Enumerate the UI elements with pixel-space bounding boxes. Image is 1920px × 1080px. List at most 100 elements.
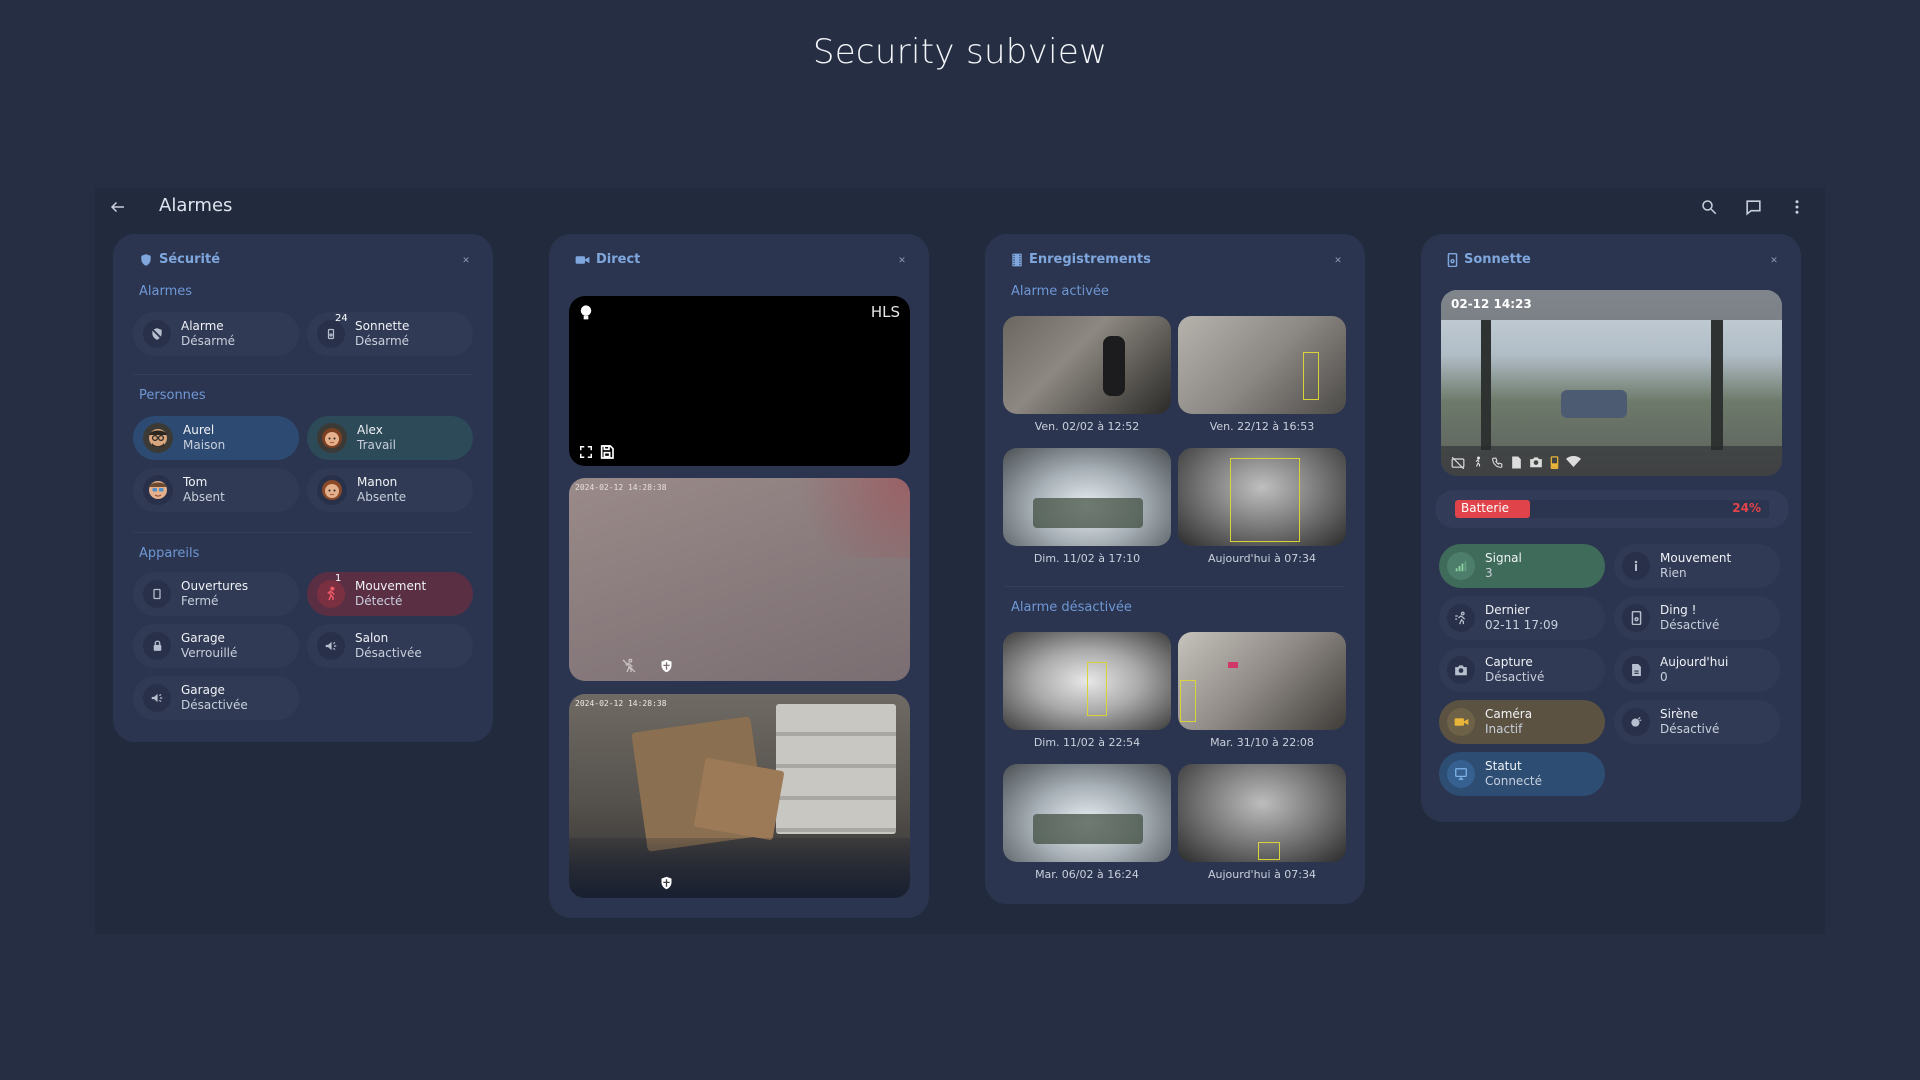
fullscreen-icon[interactable] [579, 445, 593, 459]
person-chip-aurel[interactable]: Aurel Maison [133, 416, 299, 460]
battery-value: 24% [1732, 501, 1761, 515]
people-section-label: Personnes [139, 388, 206, 403]
chip-state: Absent [183, 490, 225, 504]
today-chip[interactable]: Aujourd'hui 0 [1614, 648, 1780, 692]
shield-icon [661, 659, 672, 673]
shield-icon [141, 253, 151, 266]
avatar [143, 423, 173, 453]
shield-icon [661, 876, 672, 890]
chat-button[interactable] [1740, 194, 1766, 220]
chip-state: Détecté [355, 594, 403, 608]
recording-thumb[interactable] [1003, 448, 1171, 546]
doorbell-card-header: Sonnette [1447, 252, 1531, 267]
live-card-header: Direct [575, 252, 640, 267]
cam3-timestamp: 2024-02-12 14:28:38 [575, 699, 667, 708]
lock-icon [143, 632, 171, 660]
chip-name: Garage [181, 683, 225, 697]
back-button[interactable] [105, 194, 131, 220]
status-chip[interactable]: Statut Connecté [1439, 752, 1605, 796]
chip-name: Mouvement [1660, 551, 1732, 565]
recording-thumb[interactable] [1003, 632, 1171, 730]
detection-box [1303, 352, 1319, 400]
motion-icon: 1 [317, 573, 345, 608]
chip-state: Désactivée [355, 646, 422, 660]
detection-box [1230, 458, 1300, 542]
wifi-icon [1566, 456, 1581, 467]
person-chip-manon[interactable]: Manon Absente [307, 468, 473, 512]
garage-door [776, 704, 896, 834]
recording-date: Ven. 22/12 à 16:53 [1209, 420, 1315, 433]
more-button[interactable] [1784, 194, 1810, 220]
chip-name: Caméra [1485, 707, 1533, 721]
door-icon [143, 580, 171, 608]
chip-state: Désactivé [1660, 722, 1720, 736]
save-icon[interactable] [599, 444, 615, 460]
recording-thumb[interactable] [1178, 448, 1346, 546]
recordings-card-header: Enregistrements [1011, 252, 1151, 267]
chip-state: Désactivé [1485, 670, 1545, 684]
device-chip-salon[interactable]: Salon Désactivée [307, 624, 473, 668]
alarm-chip[interactable]: Alarme Désarmé [133, 312, 299, 356]
recordings-close-button[interactable]: ✕ [1331, 254, 1345, 268]
capture-chip[interactable]: Capture Désactivé [1439, 648, 1605, 692]
cam2-timestamp: 2024-02-12 14:28:38 [575, 483, 667, 492]
live-close-button[interactable]: ✕ [895, 254, 909, 268]
security-close-button[interactable]: ✕ [459, 254, 473, 268]
device-chip-mouvement[interactable]: 1 Mouvement Détecté [307, 572, 473, 616]
monitor-icon [1447, 760, 1475, 788]
motion-status-chip[interactable]: Mouvement Rien [1614, 544, 1780, 588]
device-chip-garage-lock[interactable]: Garage Verrouillé [133, 624, 299, 668]
chip-state: Connecté [1485, 774, 1542, 788]
detection-box [1180, 680, 1196, 722]
recording-date: Aujourd'hui à 07:34 [1207, 868, 1317, 881]
chip-state: Travail [357, 438, 396, 452]
search-button[interactable] [1696, 194, 1722, 220]
arrow-left-icon [110, 201, 124, 213]
bikes-area [569, 838, 910, 898]
chip-name: Capture [1485, 655, 1533, 669]
signal-chip[interactable]: Signal 3 [1439, 544, 1605, 588]
chip-name: Dernier [1485, 603, 1530, 617]
pillar [1711, 320, 1723, 450]
recording-thumb[interactable] [1178, 632, 1346, 730]
camera-icon [1530, 457, 1542, 468]
device-chip-garage-siren[interactable]: Garage Désactivée [133, 676, 299, 720]
pillar [1481, 320, 1491, 450]
device-chip-ouvertures[interactable]: Ouvertures Fermé [133, 572, 299, 616]
camera-off-icon [1451, 456, 1465, 469]
live-card-title: Direct [596, 252, 641, 267]
live-video-cam3[interactable]: 2024-02-12 14:28:38 [569, 694, 910, 898]
doorbell-close-button[interactable]: ✕ [1767, 254, 1781, 268]
doorbell-snapshot[interactable]: 02-12 14:23 [1441, 290, 1782, 476]
chip-name: Signal [1485, 551, 1522, 565]
chip-name: Aurel [183, 423, 215, 437]
chip-state: Rien [1660, 566, 1687, 580]
devices-section-label: Appareils [139, 546, 200, 561]
recording-thumb[interactable] [1003, 764, 1171, 862]
siren-chip[interactable]: Sirène Désactivé [1614, 700, 1780, 744]
ding-chip[interactable]: Ding ! Désactivé [1614, 596, 1780, 640]
chip-name: Sonnette [355, 319, 410, 333]
doorbell-icon [1622, 604, 1650, 632]
camera-chip[interactable]: Caméra Inactif [1439, 700, 1605, 744]
live-video-cam2[interactable]: 2024-02-12 14:28:38 [569, 478, 910, 681]
person-chip-tom[interactable]: Tom Absent [133, 468, 299, 512]
live-video-hls[interactable]: HLS [569, 296, 910, 466]
chip-name: Manon [357, 475, 398, 489]
doorbell-chip[interactable]: 24 Sonnette Désarmé [307, 312, 473, 356]
recording-thumb[interactable] [1003, 316, 1171, 414]
last-motion-chip[interactable]: Dernier 02-11 17:09 [1439, 596, 1605, 640]
recording-thumb[interactable] [1178, 764, 1346, 862]
chip-name: Ouvertures [181, 579, 249, 593]
recording-thumb[interactable] [1178, 316, 1346, 414]
person-chip-alex[interactable]: Alex Travail [307, 416, 473, 460]
chip-state: Désactivée [181, 698, 248, 712]
alarm-deactivated-label: Alarme désactivée [1011, 600, 1132, 615]
garden-view [1033, 814, 1143, 844]
avatar [317, 475, 347, 505]
avatar [143, 475, 173, 505]
recordings-card: Enregistrements ✕ Alarme activée Ven. 02… [985, 234, 1365, 904]
topbar-title: Alarmes [159, 195, 233, 216]
file-icon [1622, 656, 1650, 684]
recordings-card-title: Enregistrements [1029, 252, 1151, 267]
